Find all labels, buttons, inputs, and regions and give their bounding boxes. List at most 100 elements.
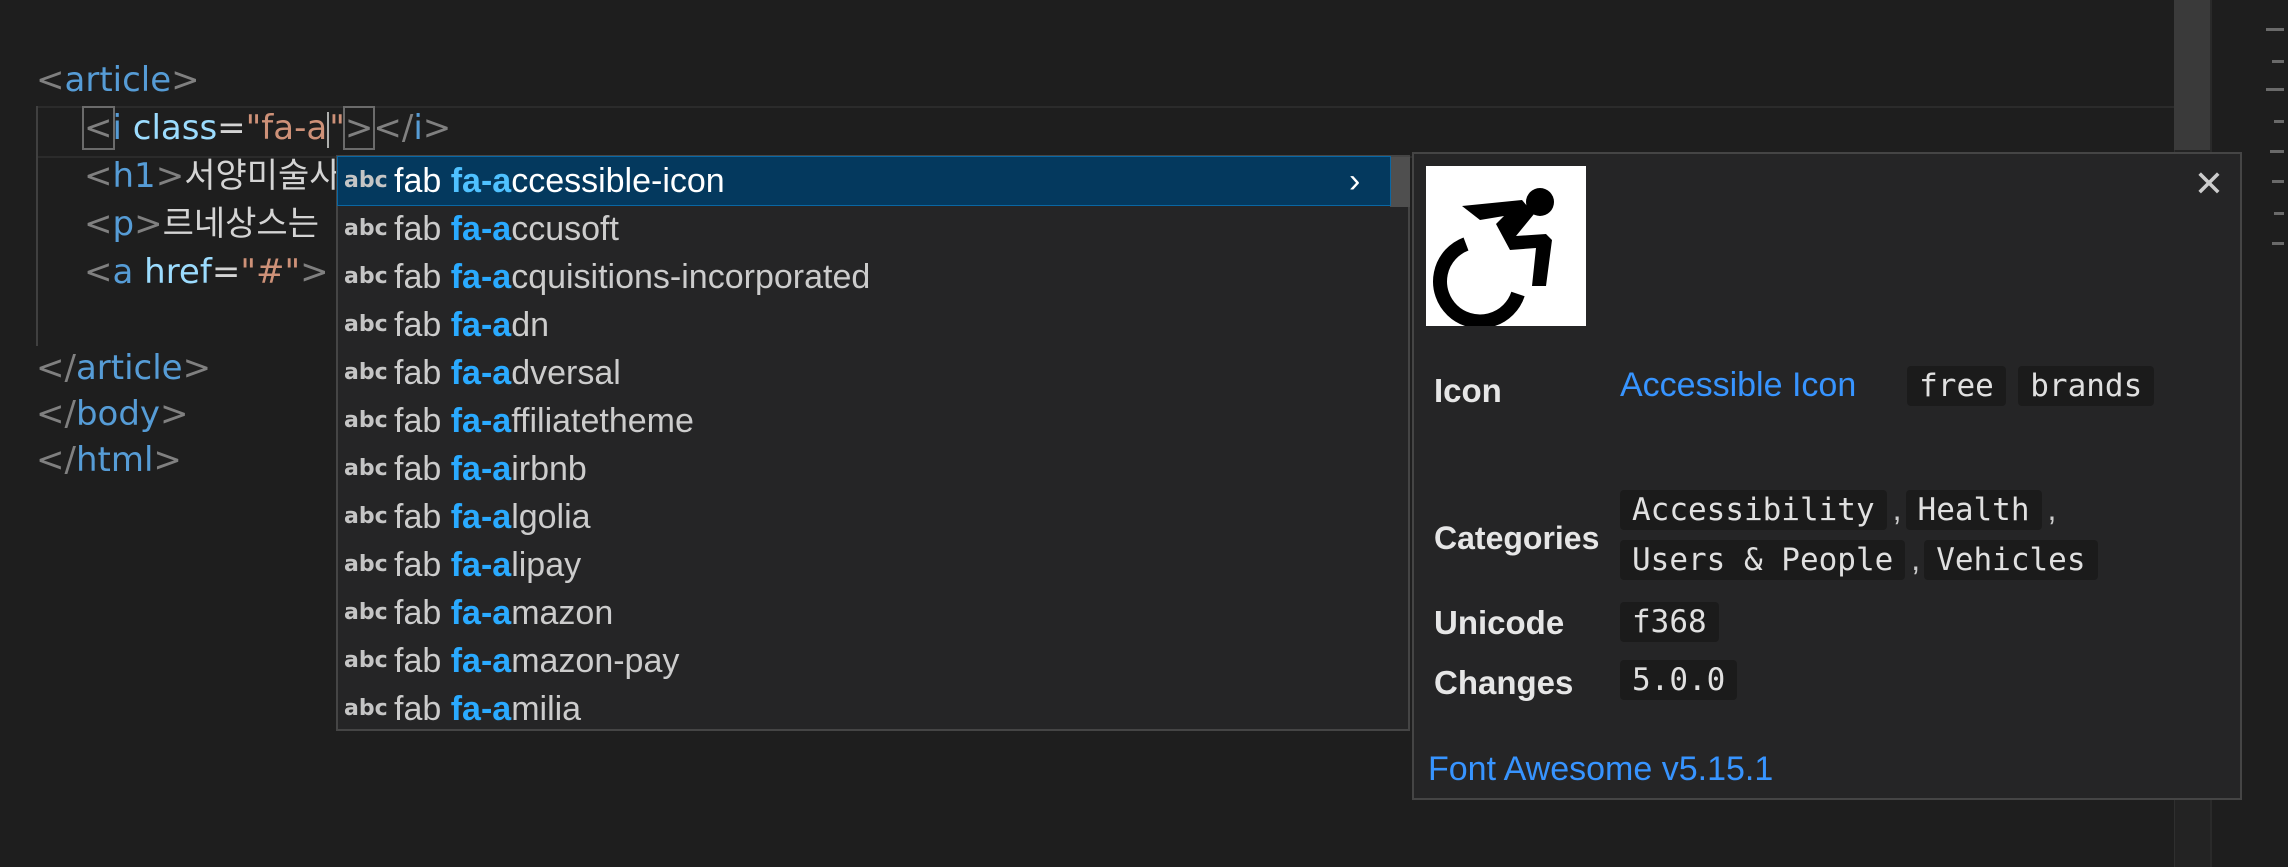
suggestion-rest: lipay	[511, 546, 582, 584]
suggestion-prefix: fab	[394, 642, 451, 680]
suggestion-item[interactable]: abc fab fa-amilia	[338, 685, 1390, 733]
tag-bracket: >	[342, 106, 376, 150]
minimap-line	[2274, 120, 2284, 123]
category-chip: Health	[1905, 490, 2042, 530]
font-awesome-version-link[interactable]: Font Awesome v5.15.1	[1428, 750, 1773, 789]
indent-guide	[36, 106, 38, 346]
attribute-name: href	[144, 252, 212, 292]
suggestion-match: fa-a	[450, 354, 512, 392]
categories-row-2: Users & People, Vehicles	[1620, 540, 2098, 580]
suggestion-rest: ccusoft	[511, 210, 619, 248]
code-line-1[interactable]: <article>	[36, 56, 200, 104]
icon-row: Accessible Icon free brands	[1620, 366, 2155, 406]
code-line-3[interactable]: <h1>서양미술사	[84, 152, 341, 200]
suggestion-match: fa-a	[450, 450, 512, 488]
tag-bracket: >	[300, 252, 329, 292]
text-kind-icon: abc	[344, 216, 388, 241]
suggestion-match: fa-a	[450, 690, 512, 728]
tag-name: p	[112, 204, 135, 244]
tag-bracket: </	[373, 108, 414, 148]
tag-bracket: >	[422, 108, 452, 148]
suggestion-rest: irbnb	[511, 450, 587, 488]
text-kind-icon: abc	[344, 312, 388, 337]
text-kind-icon: abc	[344, 264, 388, 289]
text-content: 르네상스는	[162, 204, 319, 244]
equals-sign: =	[217, 108, 246, 148]
tag-bracket: >	[171, 60, 200, 100]
code-line-5[interactable]: <a href="#">	[84, 248, 329, 296]
code-line-9[interactable]: </html>	[36, 436, 182, 484]
suggestion-prefix: fab	[394, 306, 451, 344]
suggestion-prefix: fab	[394, 690, 451, 728]
suggestion-rest: milia	[511, 690, 582, 728]
attribute-name: class	[132, 108, 218, 148]
equals-sign: =	[211, 252, 241, 292]
tag-name: i	[413, 108, 423, 148]
category-chip: Accessibility	[1620, 490, 1887, 530]
tag-bracket: >	[134, 204, 163, 244]
code-line-8[interactable]: </body>	[36, 390, 189, 438]
suggestion-item[interactable]: abc fab fa-airbnb	[338, 445, 1390, 493]
suggestion-prefix: fab	[394, 354, 451, 392]
suggestion-prefix: fab	[394, 162, 451, 200]
text-kind-icon: abc	[344, 504, 388, 529]
suggestion-prefix: fab	[394, 402, 451, 440]
attribute-value: "#"	[240, 252, 301, 292]
suggestion-scrollbar-thumb[interactable]	[1390, 157, 1410, 207]
categories-label: Categories	[1434, 520, 1600, 556]
tag-name: body	[75, 394, 161, 434]
suggestion-rest: dversal	[511, 354, 621, 392]
suggestion-item-selected[interactable]: abc fab fa-accessible-icon ›	[337, 156, 1391, 206]
close-icon[interactable]: ✕	[2194, 164, 2224, 205]
categories-row-1: Accessibility, Health,	[1620, 490, 2060, 530]
suggestion-item[interactable]: abc fab fa-alipay	[338, 541, 1390, 589]
changes-label: Changes	[1434, 664, 1574, 701]
suggestion-match: fa-a	[450, 498, 512, 536]
icon-name-link[interactable]: Accessible Icon	[1620, 366, 1856, 404]
tag-bracket: </	[36, 394, 76, 434]
comma-separator: ,	[1911, 541, 1921, 577]
suggestion-match: fa-a	[450, 306, 512, 344]
tag-name: a	[112, 252, 134, 292]
suggestion-item[interactable]: abc fab fa-affiliatetheme	[338, 397, 1390, 445]
code-line-4[interactable]: <p>르네상스는	[84, 200, 319, 248]
tag-name: html	[75, 440, 154, 480]
tag-bracket: <	[84, 252, 113, 292]
unicode-label: Unicode	[1434, 604, 1565, 641]
tag-bracket: >	[155, 156, 185, 196]
tag-name: i	[112, 108, 122, 148]
suggestion-item[interactable]: abc fab fa-amazon	[338, 589, 1390, 637]
suggestion-item[interactable]: abc fab fa-amazon-pay	[338, 637, 1390, 685]
suggestion-prefix: fab	[394, 546, 451, 584]
suggestion-item[interactable]: abc fab fa-acquisitions-incorporated	[338, 253, 1390, 301]
suggestion-rest: mazon-pay	[511, 642, 680, 680]
tag-name: article	[64, 60, 172, 100]
text-kind-icon: abc	[344, 696, 388, 721]
category-chip: Users & People	[1620, 540, 1906, 580]
text-kind-icon: abc	[344, 456, 388, 481]
attribute-quote: "	[329, 108, 345, 148]
changes-row: 5.0.0	[1620, 660, 1738, 700]
suggestion-rest: mazon	[511, 594, 614, 632]
suggestion-prefix: fab	[394, 210, 451, 248]
tag-name: h1	[112, 156, 156, 196]
tag-name: article	[75, 348, 183, 388]
suggestion-prefix: fab	[394, 258, 451, 296]
suggestion-list[interactable]: abc fab fa-accessible-icon › abc fab fa-accu…	[336, 155, 1410, 731]
suggestion-item[interactable]: abc fab fa-algolia	[338, 493, 1390, 541]
suggestion-match: fa-a	[450, 258, 512, 296]
suggestion-details: ✕ Icon Accessible Icon free brands Categ…	[1412, 152, 2242, 800]
suggestion-match: fa-a	[450, 162, 512, 200]
editor-scrollbar-thumb[interactable]	[2174, 0, 2210, 150]
chevron-right-icon[interactable]: ›	[1349, 157, 1360, 205]
tag-bracket: >	[153, 440, 182, 480]
suggestion-item[interactable]: abc fab fa-adversal	[338, 349, 1390, 397]
icon-label: Icon	[1434, 372, 1502, 409]
minimap-line	[2272, 60, 2284, 63]
code-line-2[interactable]: <i class="fa-a"></i>	[82, 104, 452, 152]
code-line-7[interactable]: </article>	[36, 344, 211, 392]
suggestion-item[interactable]: abc fab fa-adn	[338, 301, 1390, 349]
suggestion-match: fa-a	[450, 546, 512, 584]
suggestion-item[interactable]: abc fab fa-accusoft	[338, 205, 1390, 253]
text-kind-icon: abc	[344, 552, 388, 577]
